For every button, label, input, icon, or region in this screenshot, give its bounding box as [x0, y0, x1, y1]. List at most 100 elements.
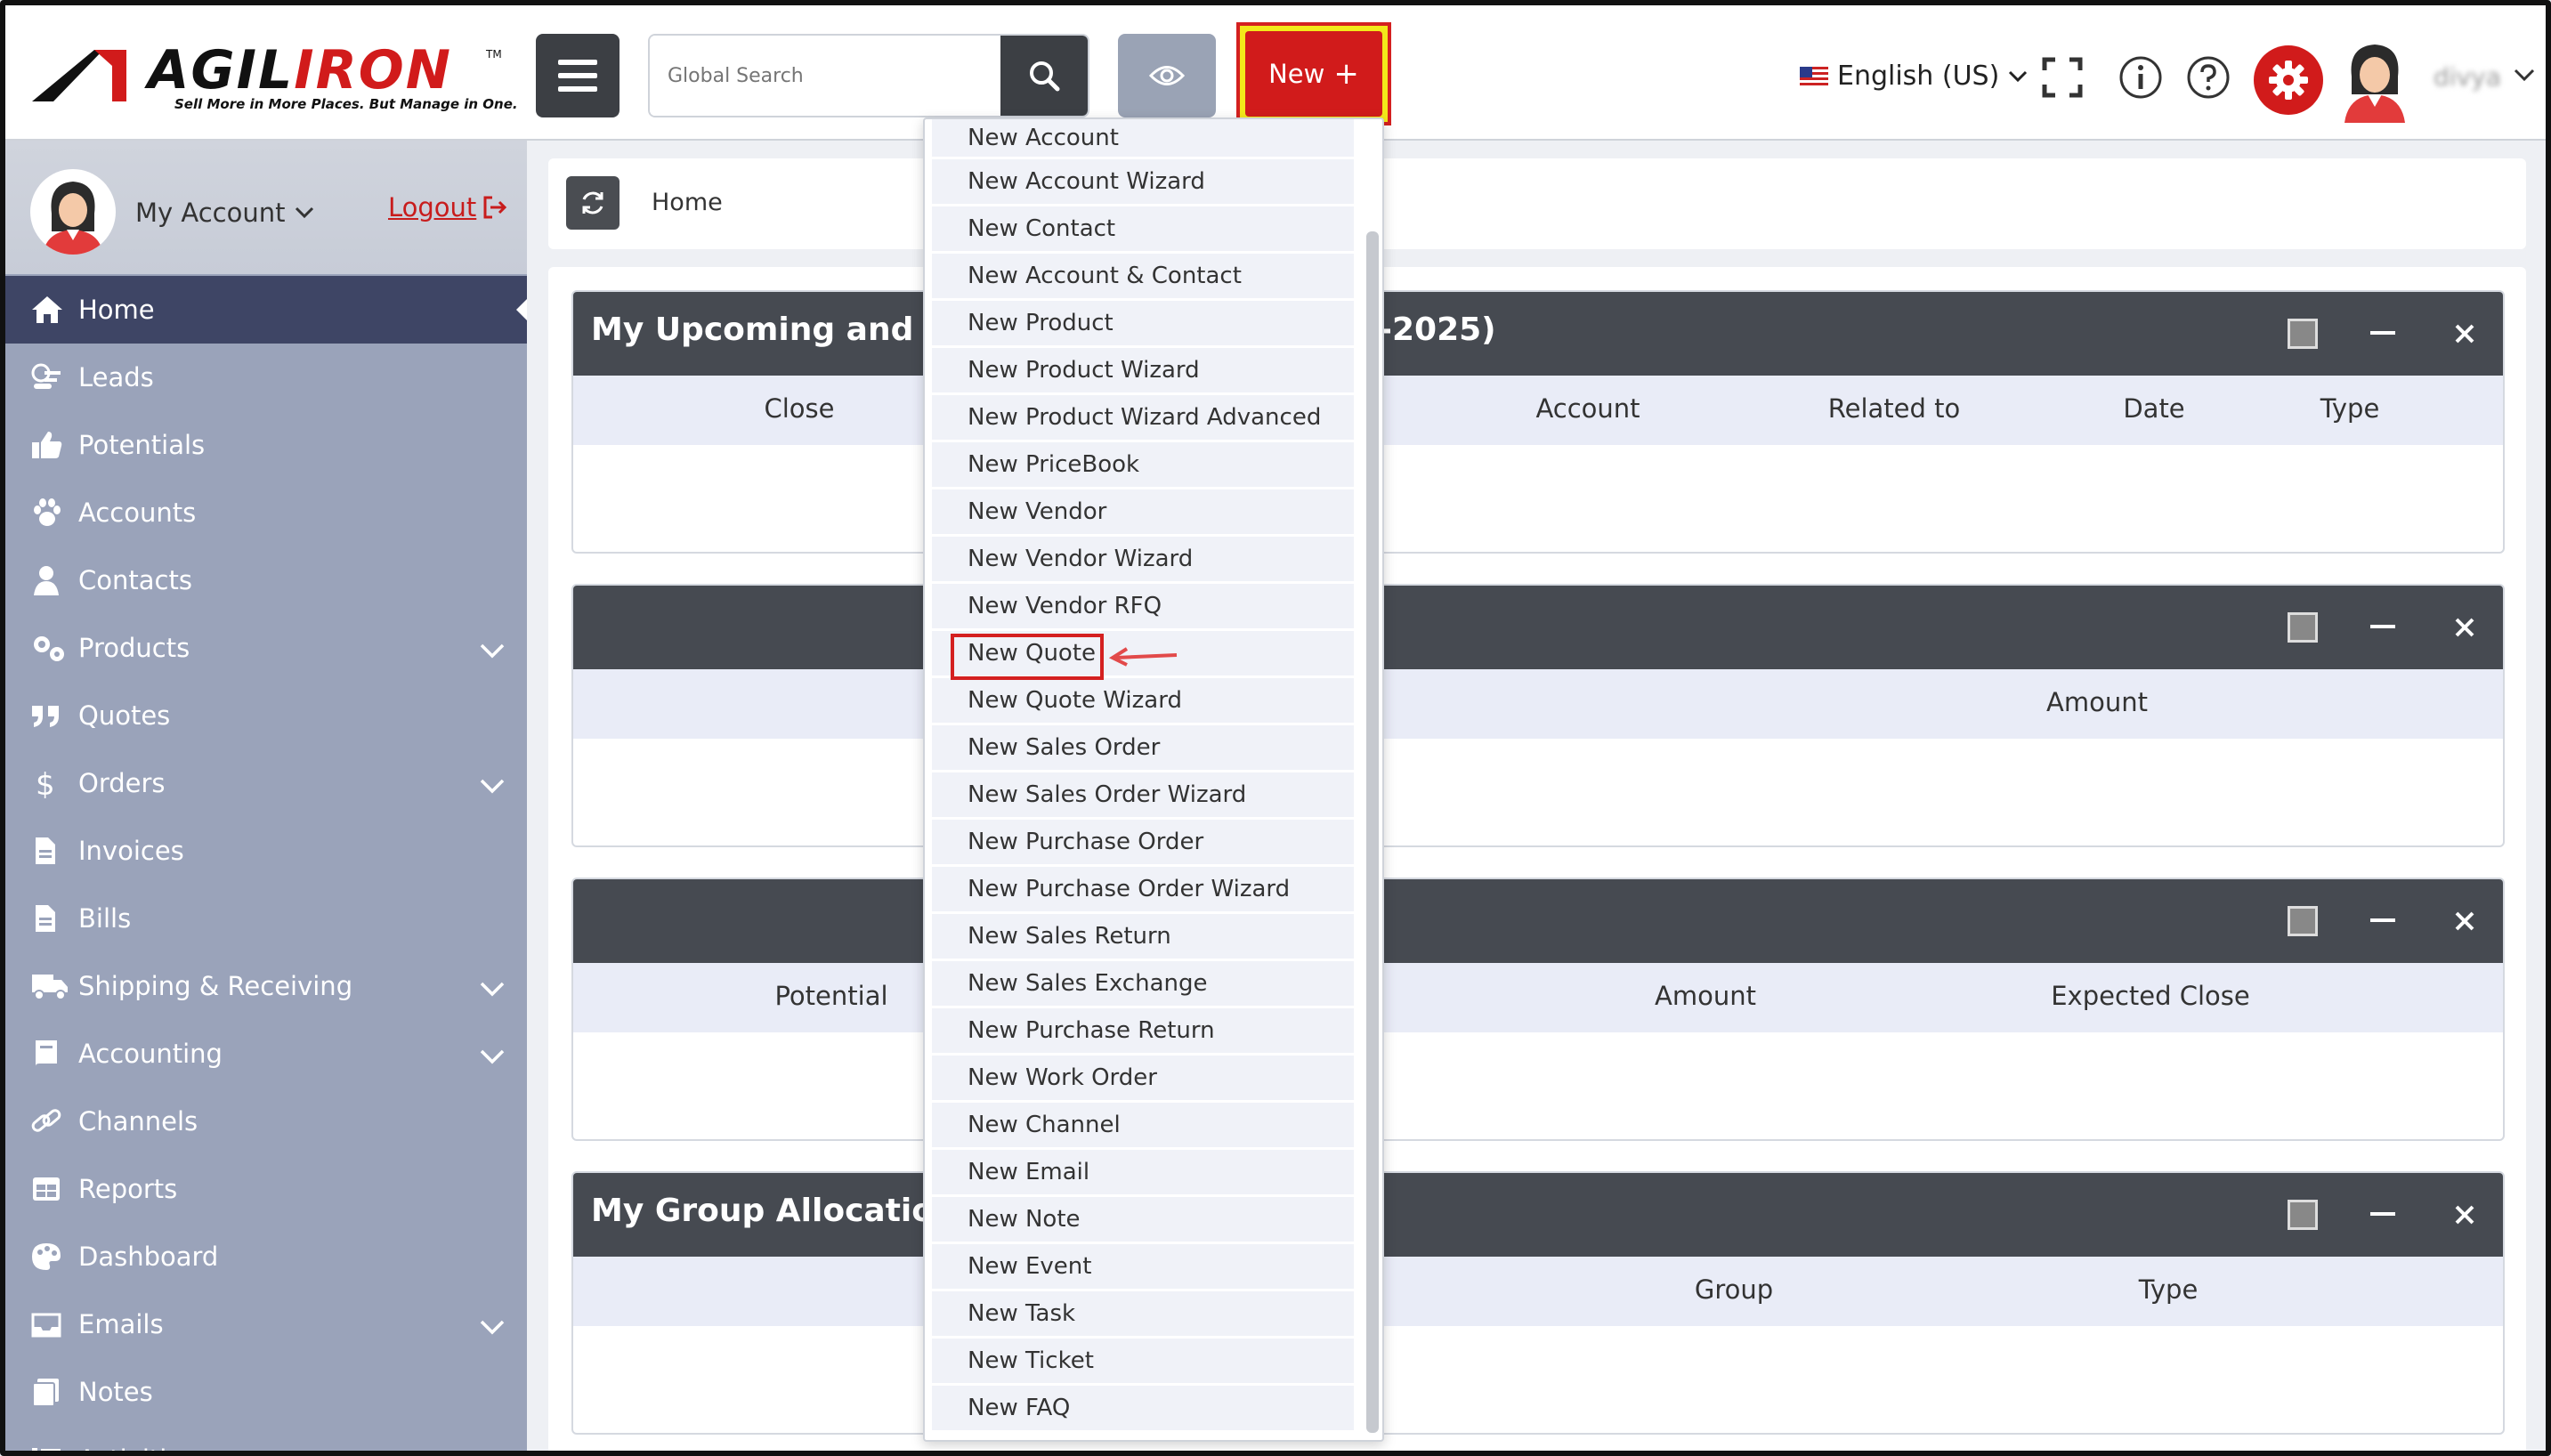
breadcrumb-home[interactable]: Home — [652, 189, 723, 216]
panel-toggle-button[interactable] — [2286, 904, 2320, 938]
menu-item-new-account-contact[interactable]: New Account & Contact — [932, 254, 1354, 298]
column-header[interactable]: Date — [2123, 393, 2184, 424]
info-button[interactable] — [2118, 55, 2163, 100]
panel-toggle-button[interactable] — [2286, 611, 2320, 644]
menu-item-new-channel[interactable]: New Channel — [932, 1103, 1354, 1147]
menu-item-new-purchase-order-wizard[interactable]: New Purchase Order Wizard — [932, 867, 1354, 911]
column-header[interactable]: Expected Close — [2051, 981, 2250, 1011]
sidebar-item-potentials[interactable]: Potentials — [5, 411, 527, 479]
sidebar-item-emails[interactable]: Emails — [5, 1290, 527, 1358]
sidebar-item-label: Leads — [78, 362, 154, 392]
expand-chevron[interactable] — [479, 635, 506, 666]
user-menu-chevron[interactable] — [2514, 68, 2535, 85]
menu-item-new-note[interactable]: New Note — [932, 1197, 1354, 1242]
menu-item-new-purchase-return[interactable]: New Purchase Return — [932, 1008, 1354, 1053]
search-button[interactable] — [1000, 36, 1088, 116]
us-flag-icon — [1800, 66, 1828, 86]
sidebar-item-accounting[interactable]: Accounting — [5, 1020, 527, 1088]
avatar[interactable] — [30, 169, 116, 255]
logout-link[interactable]: Logout — [388, 192, 508, 222]
menu-toggle-button[interactable] — [536, 34, 620, 117]
column-header[interactable]: Amount — [2046, 687, 2148, 717]
menu-item-new-pricebook[interactable]: New PriceBook — [932, 442, 1354, 487]
new-button[interactable]: New + — [1245, 31, 1382, 117]
menu-item-new-ticket[interactable]: New Ticket — [932, 1339, 1354, 1383]
sidebar-item-channels[interactable]: Channels — [5, 1088, 527, 1155]
column-header[interactable]: Account — [1535, 393, 1640, 424]
panel-close-button[interactable] — [2448, 1198, 2482, 1232]
refresh-button[interactable] — [566, 176, 620, 230]
help-button[interactable] — [2186, 55, 2231, 100]
menu-item-new-event[interactable]: New Event — [932, 1244, 1354, 1289]
expand-chevron[interactable] — [479, 1312, 506, 1342]
sidebar-item-accounts[interactable]: Accounts — [5, 479, 527, 546]
menu-item-new-quote-wizard[interactable]: New Quote Wizard — [932, 678, 1354, 723]
menu-item-new-vendor-rfq[interactable]: New Vendor RFQ — [932, 584, 1354, 628]
panel-minimize-button[interactable] — [2366, 904, 2400, 938]
menu-item-new-account-wizard[interactable]: New Account Wizard — [932, 159, 1354, 204]
column-header[interactable]: Related to — [1828, 393, 1960, 424]
sidebar-item-dashboard[interactable]: Dashboard — [5, 1223, 527, 1290]
menu-item-new-vendor[interactable]: New Vendor — [932, 489, 1354, 534]
menu-item-new-faq[interactable]: New FAQ — [932, 1386, 1354, 1430]
sidebar-item-orders[interactable]: $ Orders — [5, 749, 527, 817]
sidebar-item-products[interactable]: Products — [5, 614, 527, 682]
settings-button[interactable] — [2254, 45, 2323, 115]
user-name[interactable]: divya — [2434, 62, 2501, 92]
sidebar-item-shipping-receiving[interactable]: Shipping & Receiving — [5, 952, 527, 1020]
column-header[interactable]: Type — [2139, 1274, 2199, 1305]
sidebar-item-invoices[interactable]: Invoices — [5, 817, 527, 885]
menu-item-new-product[interactable]: New Product — [932, 301, 1354, 345]
sidebar-item-reports[interactable]: Reports — [5, 1155, 527, 1223]
sidebar-item-leads[interactable]: Leads — [5, 344, 527, 411]
menu-item-new-account[interactable]: New Account — [932, 119, 1354, 157]
sidebar-item-notes[interactable]: Notes — [5, 1358, 527, 1426]
user-avatar[interactable] — [2339, 41, 2410, 123]
menu-item-new-product-wizard-advanced[interactable]: New Product Wizard Advanced — [932, 395, 1354, 440]
quick-view-button[interactable] — [1118, 34, 1216, 117]
account-box: My Account Logout — [5, 141, 527, 274]
menu-item-new-vendor-wizard[interactable]: New Vendor Wizard — [932, 537, 1354, 581]
menu-item-new-product-wizard[interactable]: New Product Wizard — [932, 348, 1354, 392]
new-button-label: New — [1268, 59, 1325, 89]
panel-close-button[interactable] — [2448, 904, 2482, 938]
my-account-menu[interactable]: My Account — [135, 198, 314, 228]
global-search-input[interactable] — [650, 36, 1002, 116]
new-menu-scrollbar[interactable] — [1366, 231, 1379, 1433]
panel-minimize-button[interactable] — [2366, 317, 2400, 351]
sidebar-item-contacts[interactable]: Contacts — [5, 546, 527, 614]
sidebar-item-home[interactable]: Home — [5, 276, 527, 344]
menu-item-new-sales-order[interactable]: New Sales Order — [932, 725, 1354, 770]
panel-toggle-button[interactable] — [2286, 317, 2320, 351]
column-header[interactable]: Potential — [774, 981, 887, 1011]
menu-item-new-purchase-order[interactable]: New Purchase Order — [932, 820, 1354, 864]
expand-chevron[interactable] — [479, 771, 506, 801]
panel-minimize-button[interactable] — [2366, 611, 2400, 644]
expand-chevron[interactable] — [479, 974, 506, 1004]
agiliron-logo[interactable]: AGILIRON TM Sell More in More Places. Bu… — [32, 39, 518, 116]
panel-close-button[interactable] — [2448, 317, 2482, 351]
menu-item-new-email[interactable]: New Email — [932, 1150, 1354, 1194]
menu-item-new-work-order[interactable]: New Work Order — [932, 1056, 1354, 1100]
square-icon — [2288, 1200, 2318, 1230]
menu-item-new-sales-return[interactable]: New Sales Return — [932, 914, 1354, 959]
sidebar-item-quotes[interactable]: Quotes — [5, 682, 527, 749]
panel-close-button[interactable] — [2448, 611, 2482, 644]
column-header[interactable]: Type — [2320, 393, 2380, 424]
menu-item-new-sales-order-wizard[interactable]: New Sales Order Wizard — [932, 772, 1354, 817]
column-header[interactable]: Amount — [1655, 981, 1756, 1011]
sidebar-item-bills[interactable]: Bills — [5, 885, 527, 952]
menu-item-new-task[interactable]: New Task — [932, 1291, 1354, 1336]
panel-toggle-button[interactable] — [2286, 1198, 2320, 1232]
column-header[interactable]: Group — [1695, 1274, 1773, 1305]
panel-minimize-button[interactable] — [2366, 1198, 2400, 1232]
sidebar-item-activities[interactable]: Activities — [5, 1426, 527, 1451]
fullscreen-button[interactable] — [2040, 55, 2085, 100]
language-selector[interactable]: English (US) — [1800, 61, 2028, 92]
menu-item-new-sales-exchange[interactable]: New Sales Exchange — [932, 961, 1354, 1006]
dollar-icon: $ — [30, 765, 69, 801]
new-quote-highlight — [951, 634, 1104, 680]
column-header[interactable]: Close — [765, 393, 835, 424]
expand-chevron[interactable] — [479, 1041, 506, 1072]
menu-item-new-contact[interactable]: New Contact — [932, 206, 1354, 251]
